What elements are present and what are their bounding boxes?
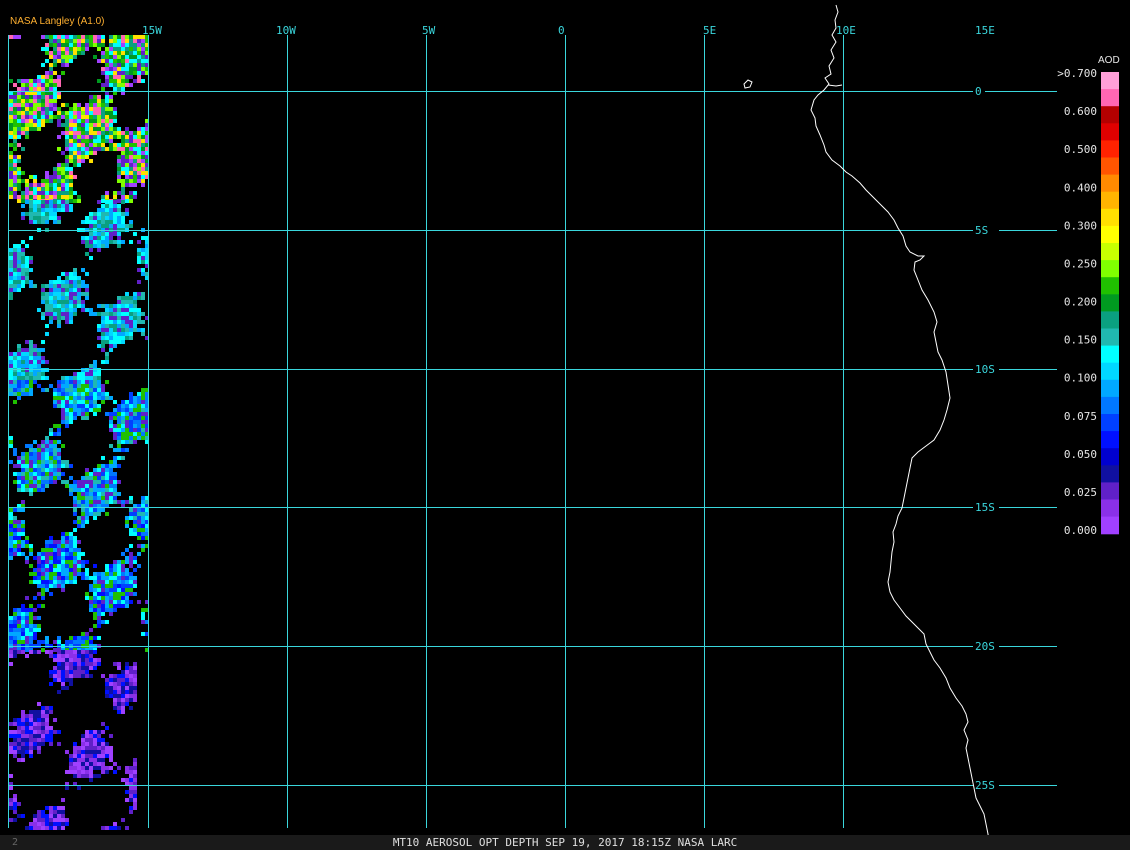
legend-tick-label: 0.500 xyxy=(1064,143,1097,156)
legend-swatch xyxy=(1101,208,1119,227)
legend-swatch xyxy=(1101,311,1119,330)
lon-label: 15W xyxy=(142,24,162,37)
legend-tick-label: 0.200 xyxy=(1064,296,1097,309)
legend-swatch xyxy=(1101,174,1119,193)
legend-color-bar xyxy=(1101,72,1119,535)
legend-tick-label: 0.000 xyxy=(1064,524,1097,537)
legend-tick-label: 0.075 xyxy=(1064,410,1097,423)
legend-swatch xyxy=(1101,482,1119,501)
legend-swatch xyxy=(1101,260,1119,278)
lon-label: 5E xyxy=(703,24,716,37)
legend-swatch xyxy=(1101,89,1119,107)
lon-label: 15E xyxy=(975,24,995,37)
legend-tick-label: 0.100 xyxy=(1064,372,1097,385)
legend-swatch xyxy=(1101,157,1119,176)
footer-bar: 2 MT10 AEROSOL OPT DEPTH SEP 19, 2017 18… xyxy=(0,835,1130,850)
legend-swatch xyxy=(1101,516,1119,535)
lon-label: 10E xyxy=(836,24,856,37)
lon-label: 10W xyxy=(276,24,296,37)
legend-swatch xyxy=(1101,448,1119,466)
legend-tick-label: 0.025 xyxy=(1064,486,1097,499)
legend-swatch xyxy=(1101,123,1119,141)
lat-label: 10S xyxy=(975,363,995,376)
legend-title: AOD xyxy=(1098,55,1120,66)
lat-label: 15S xyxy=(975,501,995,514)
legend-swatch xyxy=(1101,140,1119,159)
legend-swatch xyxy=(1101,431,1119,449)
legend-swatch xyxy=(1101,396,1119,415)
credit-label: NASA Langley (A1.0) xyxy=(10,16,105,27)
legend-tick-label: 0.300 xyxy=(1064,219,1097,232)
legend-swatch xyxy=(1101,106,1119,124)
lat-label: 0 xyxy=(975,85,982,98)
legend-swatch xyxy=(1101,191,1119,210)
lon-label: 5W xyxy=(422,24,436,37)
legend-swatch xyxy=(1101,294,1119,312)
legend-swatch xyxy=(1101,345,1119,364)
legend-tick-label: 0.400 xyxy=(1064,181,1097,194)
legend-swatch xyxy=(1101,277,1119,295)
lat-label: 5S xyxy=(975,224,988,237)
lat-label: 20S xyxy=(975,640,995,653)
legend-swatch xyxy=(1101,72,1119,90)
product-title: MT10 AEROSOL OPT DEPTH SEP 19, 2017 18:1… xyxy=(392,836,738,849)
lon-label: 0 xyxy=(558,24,565,37)
legend-swatch xyxy=(1101,362,1119,381)
legend-tick-label: 0.250 xyxy=(1064,257,1097,270)
legend-swatch xyxy=(1101,328,1119,347)
legend-tick-label: 0.150 xyxy=(1064,334,1097,347)
aod-map: 15W 10W 5W 0 5E 10E 15E 0 5S 10S 15S 20S… xyxy=(0,0,1130,850)
legend-swatch xyxy=(1101,379,1119,398)
legend-tick-label: 0.600 xyxy=(1064,105,1097,118)
lat-label: 25S xyxy=(975,779,995,792)
legend-tick-label: >0.700 xyxy=(1057,67,1097,80)
legend-swatch xyxy=(1101,243,1119,261)
legend-swatch xyxy=(1101,414,1119,432)
legend-swatch xyxy=(1101,465,1119,483)
legend-tick-label: 0.050 xyxy=(1064,448,1097,461)
legend-swatch xyxy=(1101,225,1119,244)
legend-swatch xyxy=(1101,499,1119,518)
